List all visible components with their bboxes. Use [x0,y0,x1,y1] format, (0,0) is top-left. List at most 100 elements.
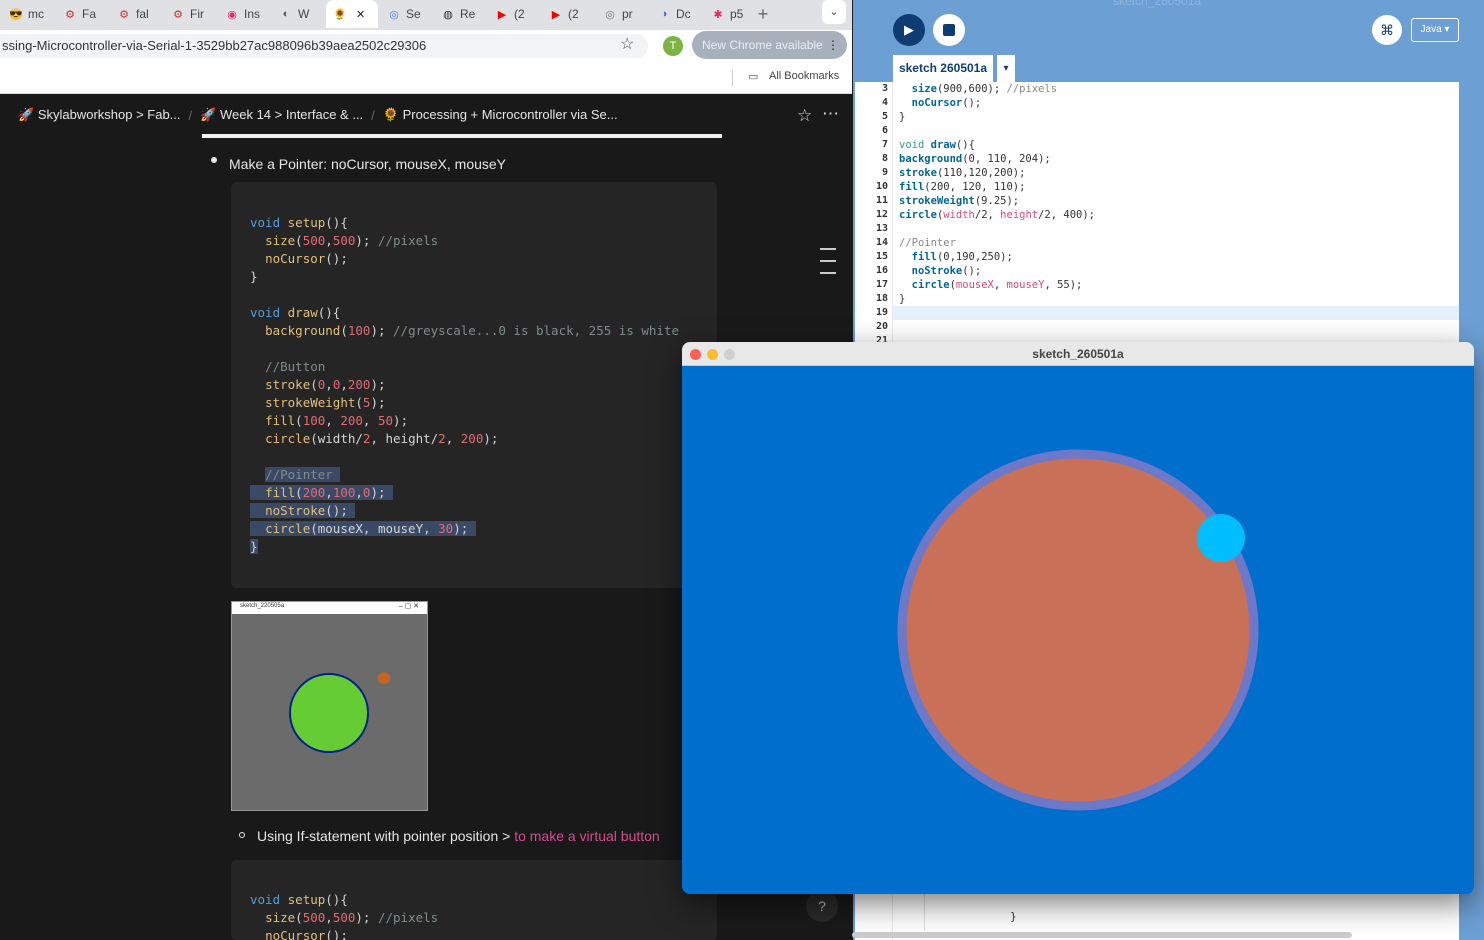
update-chrome-button[interactable]: New Chrome available ⋮ [692,31,847,59]
tab-label: p5 [730,7,744,21]
page-emoji-icon: 🚀 [18,107,38,122]
all-bookmarks-button[interactable]: All Bookmarks [769,70,839,82]
breadcrumb-item[interactable]: 🚀 Week 14 > Interface & ... [200,107,363,123]
browser-tab[interactable]: ⚙ Fa [56,0,108,28]
breadcrumb-separator: / [371,107,375,123]
line-number: 8 [881,153,888,164]
browser-tab[interactable]: ◎ pr [596,0,648,28]
toc-line-icon[interactable] [820,260,836,262]
line-number: 17 [875,279,888,290]
browser-tab[interactable]: ◎ Se [380,0,432,28]
breadcrumb: 🚀 Skylabworkshop > Fab... / 🚀 Week 14 > In… [0,96,852,134]
line-number: 20 [875,321,888,332]
tab-label: Dc [676,7,691,21]
editor-tab[interactable]: sketch 260501a [893,55,993,82]
tab-favicon-icon: ◑ [660,8,668,20]
sub-bullet-dot [239,832,245,838]
virtual-button-link[interactable]: to make a virtual button [514,828,660,844]
favorite-star-icon[interactable]: ☆ [797,106,812,126]
sub-bullet-prefix: Using If-statement with pointer position… [257,828,515,844]
thumb-window-controls: – ▢ ✕ [398,603,419,610]
sketch-canvas[interactable] [682,366,1474,894]
line-number: 18 [875,293,888,304]
tab-favicon-icon: ▶ [551,8,561,21]
tab-label: Fa [82,7,97,21]
tab-label: Fir [190,7,204,21]
sketch-screenshot-image[interactable]: sketch_220505a – ▢ ✕ [231,601,428,811]
browser-tab[interactable]: ▶ (2 [488,0,540,28]
close-tab-icon[interactable]: ✕ [356,8,365,21]
page-emoji-icon: 🚀 [200,107,220,122]
browser-tab[interactable]: ✱ p5 [704,0,756,28]
line-number: 10 [875,181,888,192]
console-brace: } [1010,910,1017,923]
button-circle [897,449,1259,811]
stop-button[interactable] [933,14,965,46]
tab-label: (2 [568,7,579,21]
horizontal-scrollbar[interactable] [852,932,1352,938]
bullet-dot [211,157,217,163]
line-number: 9 [881,167,888,178]
tab-search-chevron-icon[interactable]: ⌄ [822,0,846,24]
tab-favicon-icon: ◍ [443,8,453,21]
toc-line-icon[interactable] [820,248,836,250]
tab-favicon-icon: ◎ [389,8,399,21]
help-button[interactable]: ? [806,890,838,922]
browser-tab-bar: 😎 mc ⚙ Fa ⚙ fal ⚙ Fir ◉ Ins ◐ W 🌻 ✕ ◎ Se ◍ Re ▶ (2 ▶ (2 ◎ pr ◑ Dc… [0,0,852,30]
line-number: 19 [875,307,888,318]
thumb-titlebar: sketch_220505a – ▢ ✕ [232,602,427,614]
breadcrumb-item[interactable]: 🌻 Processing + Microcontroller via Se... [383,107,618,123]
browser-tab[interactable]: ◑ Dc [650,0,702,28]
tab-label: W [298,7,310,21]
line-number: 14 [875,237,888,248]
sketch-output-window[interactable]: sketch_260501a [682,342,1474,894]
sketch-window-title: sketch_260501a [1032,347,1124,361]
kebab-menu-icon: ⋮ [827,38,839,52]
code-content: void setup(){ size(500,500); //pixels no… [250,892,439,940]
tab-favicon-icon: ⚙ [65,8,75,21]
line-number: 7 [881,139,888,150]
progress-underline [202,134,722,138]
bookmarks-divider [732,70,733,86]
browser-tab[interactable]: 🌻 ✕ [326,0,378,28]
line-number: 15 [875,251,888,262]
tab-favicon-icon: ◉ [227,8,237,21]
tab-label: Se [406,7,421,21]
profile-avatar[interactable]: T [663,36,683,56]
browser-tab[interactable]: ◐ W [272,0,324,28]
browser-tab[interactable]: ⚙ fal [110,0,162,28]
debugger-butterfly-icon[interactable]: ⌘ [1372,15,1402,45]
tab-menu-chevron-icon[interactable]: ▾ [997,55,1015,82]
mode-select[interactable]: Java ▾ [1411,18,1459,42]
sketch-titlebar: sketch_260501a [682,342,1474,366]
toc-line-icon[interactable] [820,272,836,274]
more-options-icon[interactable]: ⋯ [822,104,839,124]
thumb-button-circle [289,673,369,753]
tab-favicon-icon: ▶ [497,8,507,21]
run-button[interactable]: ▶ [893,14,925,46]
stop-icon [943,24,955,36]
line-number: 3 [881,83,888,94]
browser-tab[interactable]: 😎 mc [2,0,54,28]
browser-tab[interactable]: ◍ Re [434,0,486,28]
line-number: 4 [881,97,888,108]
thumb-pointer-circle [378,672,390,684]
code-block[interactable]: void setup(){ size(500,500); //pixels no… [231,860,717,940]
browser-tab[interactable]: ⚙ Fir [164,0,216,28]
line-number: 13 [875,223,888,234]
tab-label: Ins [244,7,261,21]
tab-favicon-icon: ⚙ [173,8,183,21]
update-chrome-label: New Chrome available [702,38,823,52]
tab-favicon-icon: 🌻 [333,8,347,21]
url-text: ssing-Microcontroller-via-Serial-1-3529b… [2,38,427,53]
current-line-highlight [855,306,1459,320]
browser-tab[interactable]: ▶ (2 [542,0,594,28]
breadcrumb-item[interactable]: 🚀 Skylabworkshop > Fab... [18,107,181,123]
url-field[interactable]: ssing-Microcontroller-via-Serial-1-3529b… [0,34,648,58]
thumb-title: sketch_220505a [240,603,285,609]
browser-tab[interactable]: ◉ Ins [218,0,270,28]
new-tab-button[interactable]: + [752,0,774,28]
bookmark-star-icon[interactable]: ☆ [620,34,638,58]
code-block[interactable]: void setup(){ size(500,500); //pixels no… [231,182,717,588]
breadcrumb-label: Processing + Microcontroller via Se... [402,107,618,122]
